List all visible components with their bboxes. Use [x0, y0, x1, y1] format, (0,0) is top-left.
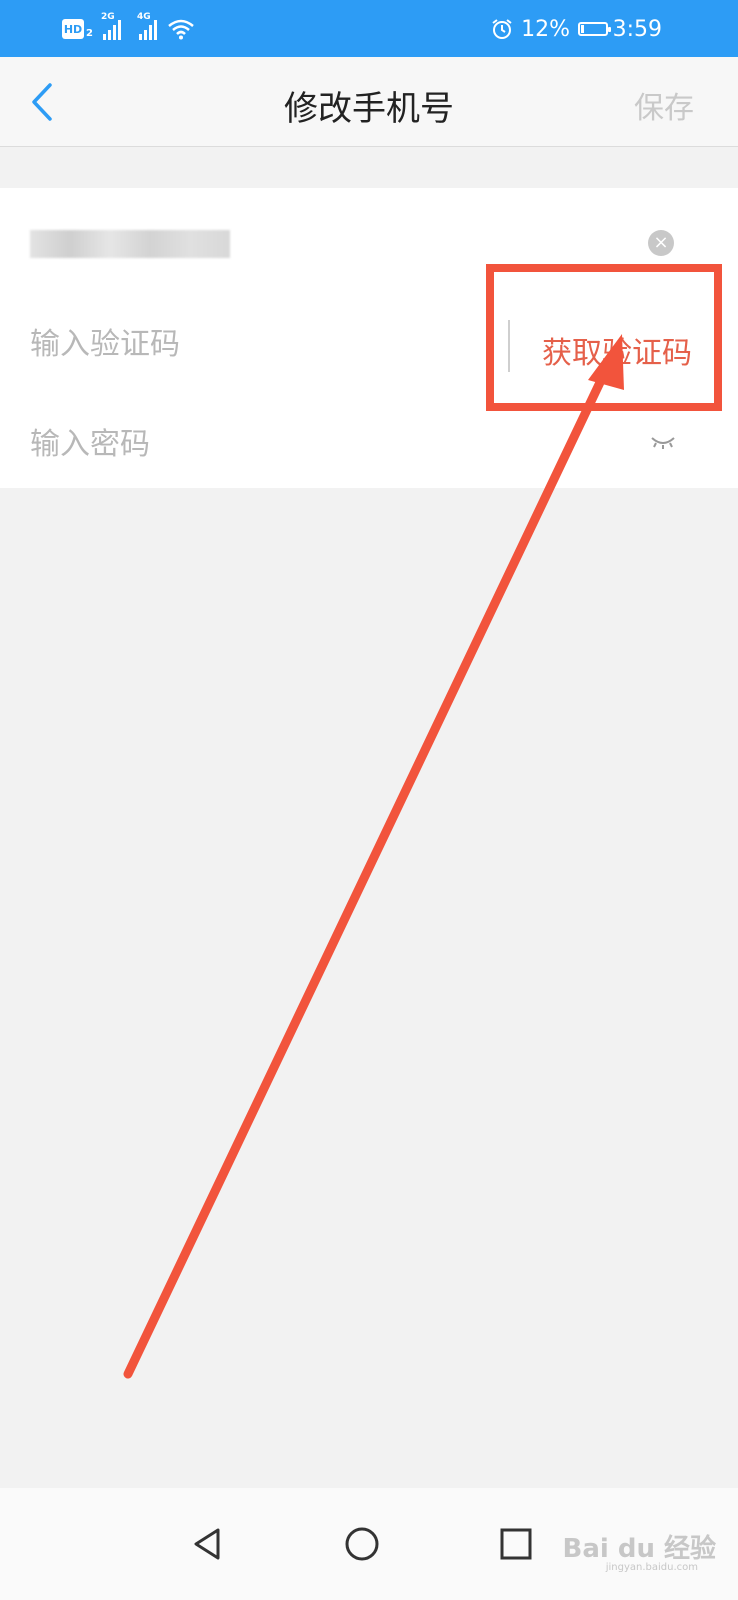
hd-sub-label: 2: [86, 27, 93, 39]
get-code-button[interactable]: 获取验证码: [542, 328, 692, 372]
nav-bar: 修改手机号 保存: [0, 57, 738, 147]
clock-time: 3:59: [612, 16, 662, 42]
battery-fill: [581, 25, 584, 33]
clear-icon[interactable]: ×: [648, 230, 674, 256]
baidu-watermark: Bai du 经验: [562, 1534, 717, 1564]
alarm-icon: [492, 19, 512, 39]
battery-percent: 12%: [521, 16, 570, 42]
divider: [508, 320, 510, 372]
baidu-watermark-url: jingyan.baidu.com: [605, 1562, 698, 1573]
signal-icon: 2G: [101, 12, 121, 40]
status-right: 12%: [491, 14, 611, 44]
password-row: [0, 392, 738, 492]
network-label-1: 2G: [100, 12, 115, 22]
hd-icon: HD: [62, 19, 84, 39]
wifi-icon: [168, 19, 194, 40]
password-input[interactable]: [30, 422, 470, 466]
code-row: 获取验证码: [0, 292, 738, 392]
home-circle-icon[interactable]: [342, 1524, 382, 1564]
system-nav-bar: Bai du 经验 jingyan.baidu.com: [0, 1488, 738, 1600]
phone-row: ×: [0, 188, 738, 288]
status-bar: HD 2 2G 4G 12% 3:59: [0, 0, 738, 57]
annotation-arrow-line: [123, 369, 609, 1379]
hd-label: HD: [63, 22, 83, 36]
status-time: 3:59: [613, 14, 662, 44]
recent-square-icon[interactable]: [496, 1524, 536, 1564]
page-title: 修改手机号: [284, 89, 454, 129]
form-card: × 获取验证码: [0, 188, 738, 488]
verification-code-input[interactable]: [30, 322, 430, 366]
status-left: HD 2 2G 4G: [62, 12, 195, 44]
save-button[interactable]: 保存: [634, 83, 694, 127]
phone-number-blurred: [30, 230, 230, 258]
battery-charging-icon: [578, 22, 611, 36]
back-triangle-icon[interactable]: [188, 1524, 228, 1564]
network-label-2: 4G: [136, 12, 151, 22]
signal-icon-2: 4G: [137, 12, 157, 40]
eye-closed-icon[interactable]: [650, 432, 676, 452]
